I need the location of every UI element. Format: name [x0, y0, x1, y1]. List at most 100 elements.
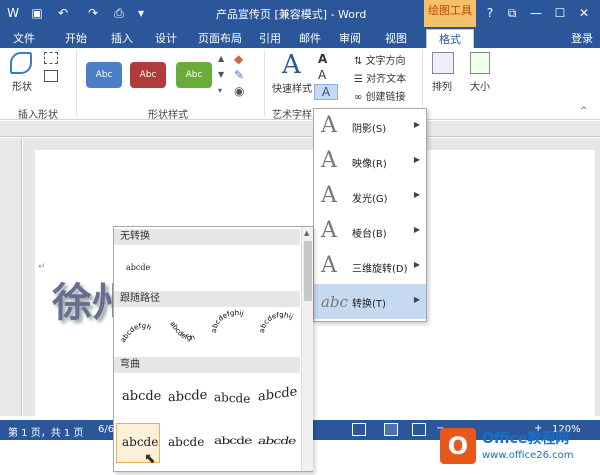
- submenu-arrow-icon: ▶: [413, 260, 420, 269]
- glow-icon: A: [321, 183, 337, 208]
- save-icon[interactable]: ▣: [28, 4, 46, 22]
- word-count[interactable]: 6/6: [98, 424, 114, 435]
- effect-glow[interactable]: A 发光(G) ▶: [314, 179, 426, 214]
- scroll-up-arrow-icon[interactable]: ▲: [304, 229, 309, 237]
- window-title: 产品宣传页 [兼容模式] - Word: [216, 8, 367, 21]
- submenu-arrow-icon: ▶: [413, 155, 420, 164]
- warp-option[interactable]: abcde: [168, 435, 204, 449]
- tab-review[interactable]: 审阅: [334, 29, 366, 48]
- page-count[interactable]: 第 1 页，共 1 页: [8, 424, 83, 439]
- office-logo-icon: O: [440, 428, 476, 464]
- collapse-ribbon-icon[interactable]: ^: [580, 106, 588, 116]
- effect-bevel[interactable]: A 棱台(B) ▶: [314, 214, 426, 249]
- effect-3d-rotation[interactable]: A 三维旋转(D) ▶: [314, 249, 426, 284]
- more-styles-icon[interactable]: ▾: [218, 86, 222, 95]
- quick-styles-label[interactable]: 快速样式: [272, 80, 312, 95]
- mouse-cursor-icon: ⬉: [144, 451, 156, 467]
- horizontal-ruler[interactable]: [0, 121, 600, 137]
- word-logo-icon: W: [7, 6, 19, 20]
- warp-option[interactable]: abcde: [122, 435, 158, 449]
- effect-shadow[interactable]: A 阴影(S) ▶: [314, 109, 426, 144]
- maximize-button[interactable]: ☐: [550, 4, 570, 22]
- help-button[interactable]: ?: [480, 4, 500, 22]
- shape-fill-icon[interactable]: ◆: [234, 52, 243, 66]
- shape-styles-group-label: 形状样式: [148, 110, 188, 121]
- minimize-button[interactable]: —: [526, 4, 546, 22]
- path-button[interactable]: abcdefghij: [258, 311, 295, 333]
- tab-layout[interactable]: 页面布局: [194, 29, 246, 48]
- tab-view[interactable]: 视图: [380, 29, 412, 48]
- warp-option[interactable]: abcde: [258, 384, 297, 405]
- tab-insert[interactable]: 插入: [104, 29, 140, 48]
- print-preview-icon[interactable]: ⎙: [110, 4, 128, 22]
- customize-qat-icon[interactable]: ▾: [132, 4, 150, 22]
- effect-transform[interactable]: abc 转换(T) ▶: [314, 284, 426, 319]
- no-transform-header: 无转换: [114, 229, 300, 245]
- text-effects-button[interactable]: A: [314, 84, 338, 100]
- tab-home[interactable]: 开始: [58, 29, 94, 48]
- warp-option[interactable]: abcde: [122, 389, 161, 404]
- transform-gallery: 无转换 abcde 跟随路径 abcdefgh abcdefgh abcdefg…: [113, 226, 313, 472]
- print-layout-icon[interactable]: [384, 423, 398, 436]
- warp-option[interactable]: abcde: [257, 435, 297, 446]
- shape-style-green[interactable]: Abc: [176, 62, 212, 88]
- web-layout-icon[interactable]: [412, 423, 426, 436]
- size-icon[interactable]: [470, 52, 490, 74]
- tab-references[interactable]: 引用: [254, 29, 286, 48]
- tab-mailings[interactable]: 邮件: [294, 29, 326, 48]
- edit-shape-icon[interactable]: [44, 52, 58, 64]
- align-text-button[interactable]: ☰ 对齐文本: [354, 70, 406, 85]
- close-button[interactable]: ✕: [574, 4, 594, 22]
- watermark-url: www.office26.com: [482, 450, 574, 461]
- text-direction-button[interactable]: ⇅ 文字方向: [354, 52, 406, 67]
- ribbon: 形状 插入形状 Abc Abc Abc ▲ ▼ ▾ ◆ ✎ ◉ 形状样式 A 快…: [0, 48, 600, 121]
- link-icon: ∞: [354, 92, 366, 103]
- tab-format[interactable]: 格式: [426, 29, 474, 48]
- effect-reflection[interactable]: A 映像(R) ▶: [314, 144, 426, 179]
- text-outline-icon[interactable]: A: [318, 68, 326, 82]
- shapes-button-label[interactable]: 形状: [12, 78, 32, 93]
- path-arch-up[interactable]: abcdefgh: [119, 322, 152, 344]
- redo-icon[interactable]: ↷: [84, 4, 102, 22]
- quick-styles-icon[interactable]: A: [282, 50, 301, 80]
- path-arch-down[interactable]: abcdefgh: [168, 320, 195, 342]
- login-link[interactable]: 登录: [564, 29, 600, 48]
- arrange-icon[interactable]: [432, 52, 454, 74]
- text-box-icon[interactable]: [44, 70, 58, 82]
- shadow-icon: A: [321, 113, 337, 138]
- shape-outline-icon[interactable]: ✎: [234, 68, 244, 82]
- vertical-ruler[interactable]: [0, 138, 22, 416]
- read-mode-icon[interactable]: [352, 423, 366, 436]
- path-circle[interactable]: abcdefghij: [210, 309, 245, 333]
- submenu-arrow-icon: ▶: [413, 190, 420, 199]
- follow-path-options: abcdefgh abcdefgh abcdefghij abcdefghij: [119, 309, 295, 344]
- arrange-label[interactable]: 排列: [432, 78, 452, 93]
- warp-option[interactable]: abcde: [214, 435, 252, 446]
- scroll-up-icon[interactable]: ▲: [218, 54, 224, 63]
- scrollbar-thumb[interactable]: [304, 241, 312, 301]
- no-transform-option[interactable]: abcde: [126, 263, 150, 272]
- group-separator: [422, 50, 423, 116]
- shape-style-red[interactable]: Abc: [130, 62, 166, 88]
- create-link-button[interactable]: ∞ 创建链接: [354, 88, 406, 103]
- shape-style-blue[interactable]: Abc: [86, 62, 122, 88]
- 3d-rotation-icon: A: [321, 253, 337, 278]
- warp-option[interactable]: abcde: [168, 388, 207, 406]
- shapes-icon[interactable]: [10, 52, 32, 74]
- submenu-arrow-icon: ▶: [413, 225, 420, 234]
- tab-file[interactable]: 文件: [0, 29, 48, 48]
- align-text-icon: ☰: [354, 74, 367, 85]
- insert-shapes-group-label: 插入形状: [18, 110, 58, 121]
- text-direction-icon: ⇅: [354, 56, 366, 67]
- text-fill-icon[interactable]: A: [318, 52, 327, 66]
- tab-design[interactable]: 设计: [148, 29, 184, 48]
- ribbon-display-button[interactable]: ⧉: [502, 4, 522, 22]
- warp-option[interactable]: abcde: [214, 390, 250, 406]
- shape-effects-icon[interactable]: ◉: [234, 84, 244, 98]
- size-label[interactable]: 大小: [470, 78, 490, 93]
- transform-icon: abc: [321, 293, 348, 311]
- scroll-down-icon[interactable]: ▼: [218, 70, 224, 79]
- undo-icon[interactable]: ↶: [54, 4, 72, 22]
- title-bar: W ▣ ↶ ↷ ⎙ ▾ 产品宣传页 [兼容模式] - Word 绘图工具 ? ⧉…: [0, 0, 600, 27]
- gallery-scrollbar[interactable]: ▲: [301, 227, 313, 471]
